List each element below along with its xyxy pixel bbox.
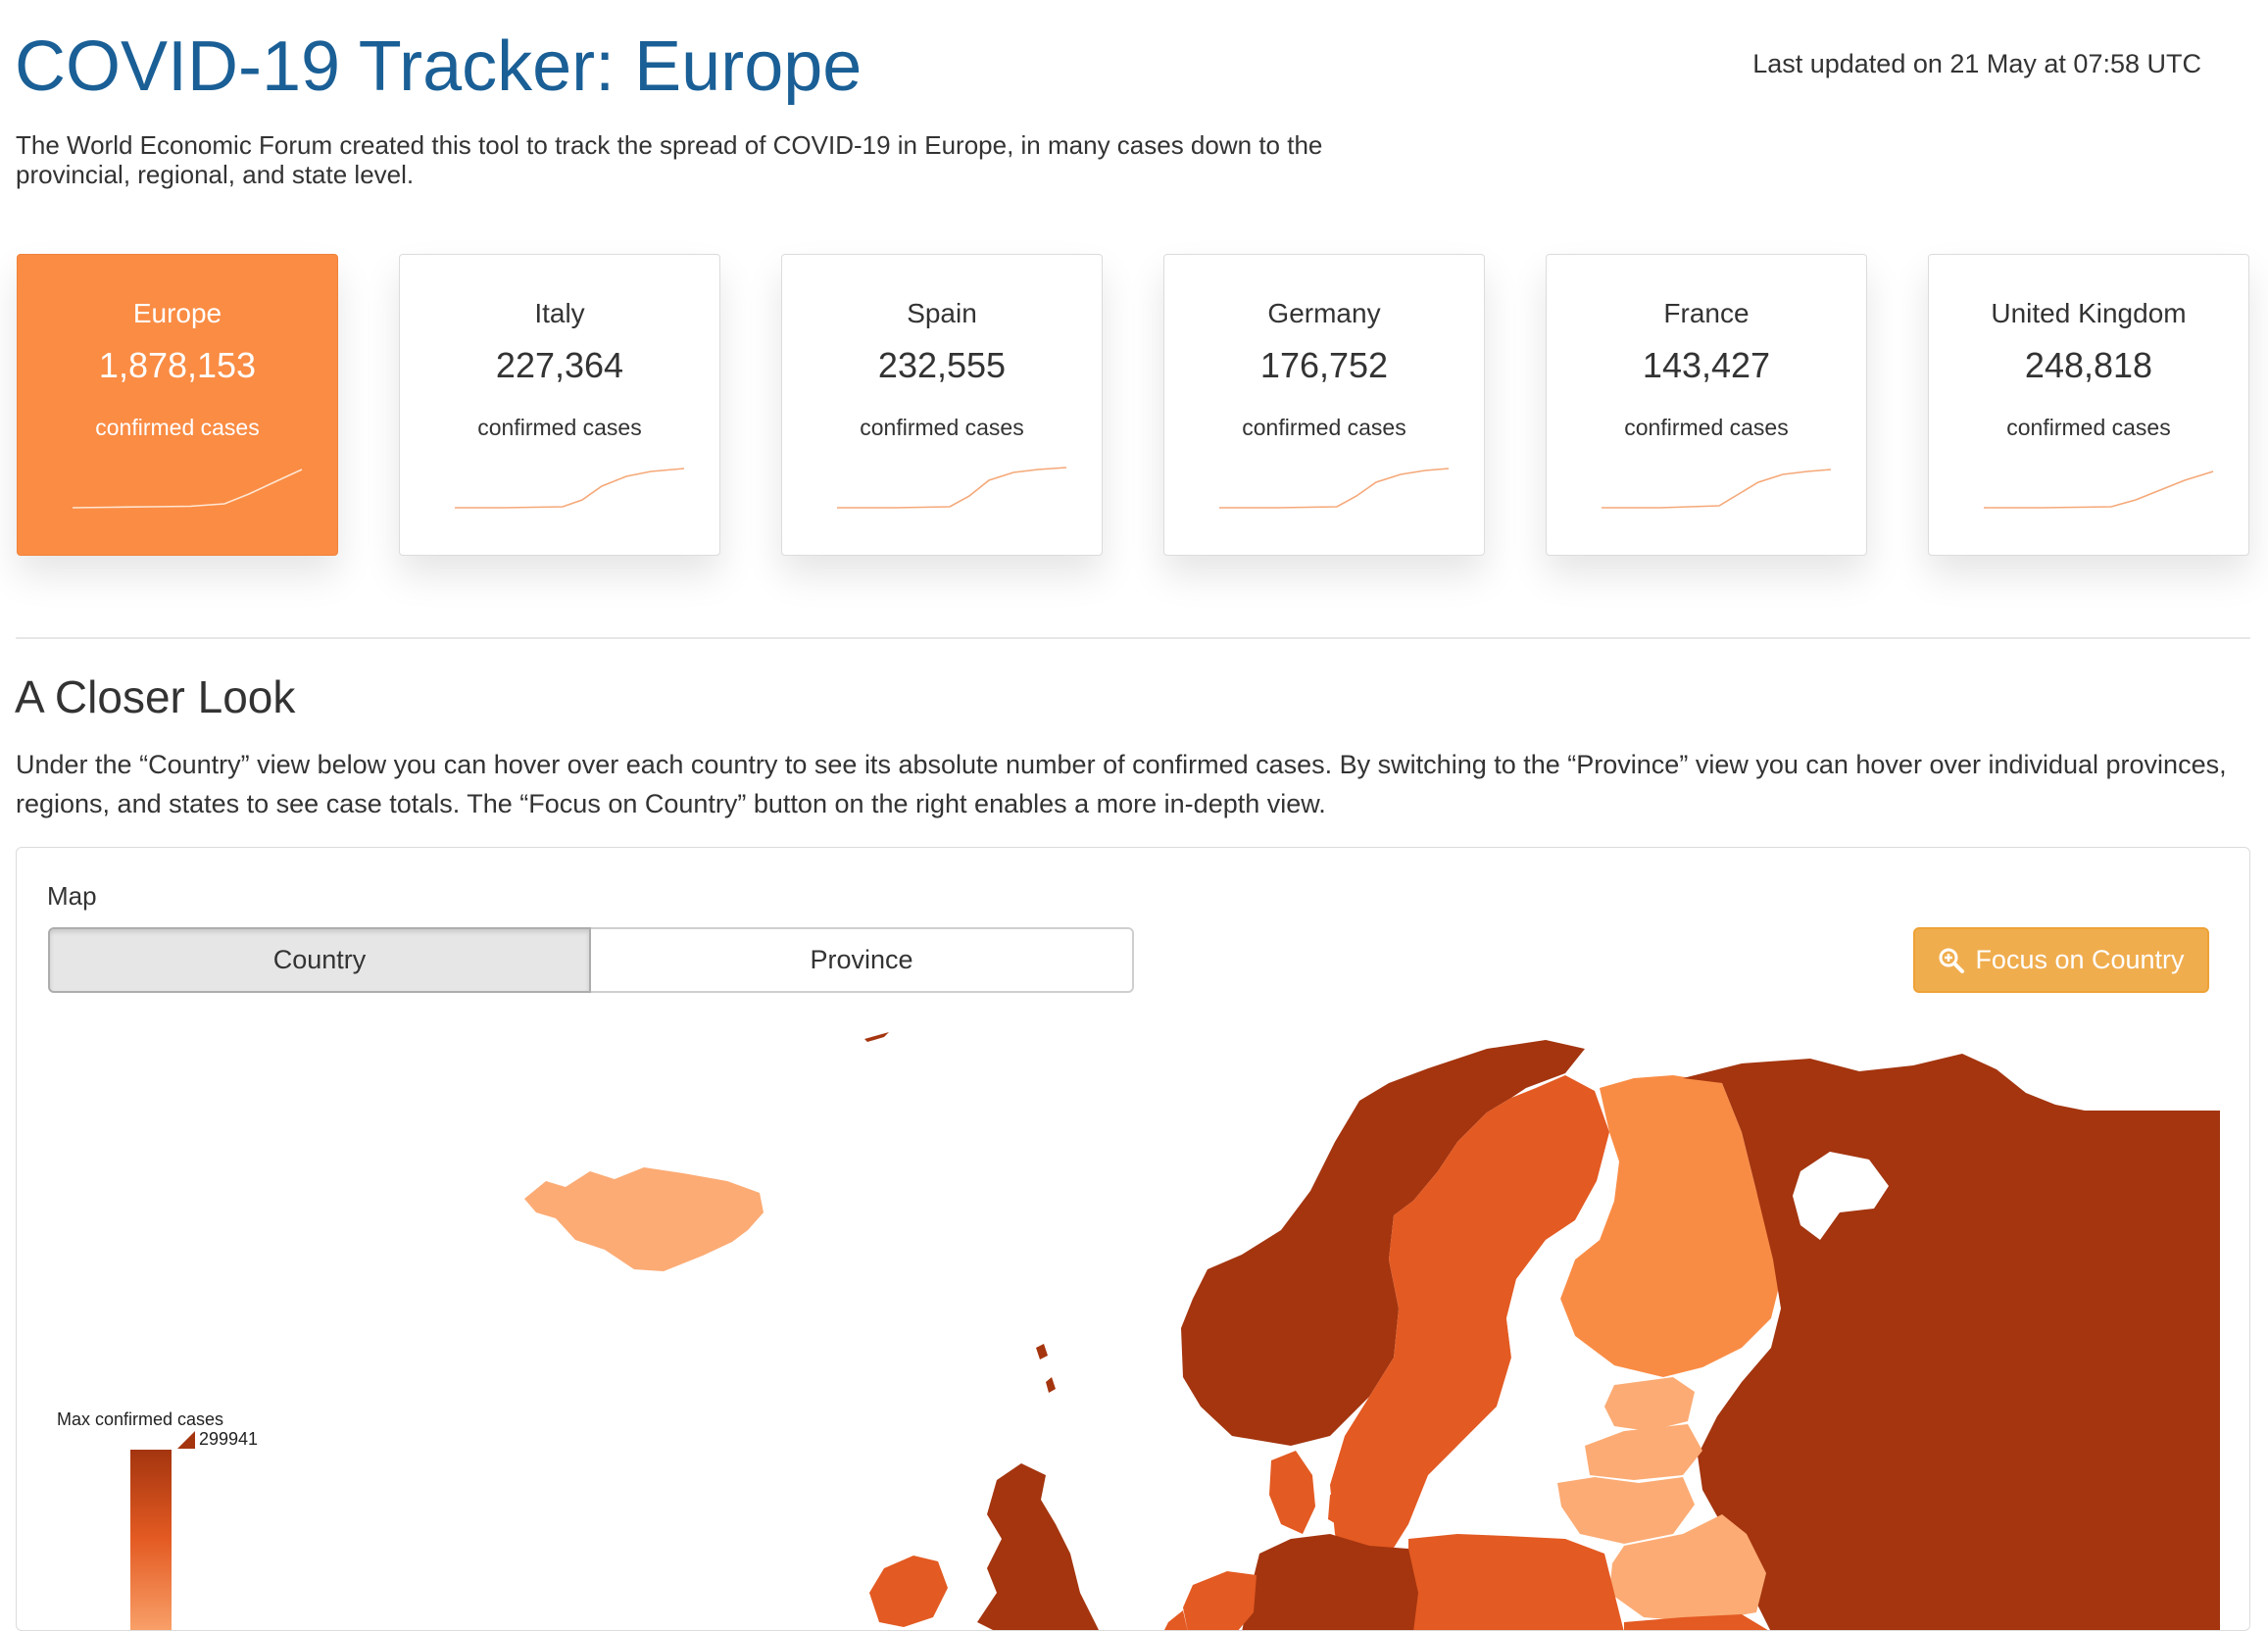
card-name: United Kingdom bbox=[1991, 298, 2187, 328]
card-name: France bbox=[1663, 298, 1750, 328]
page-title: COVID-19 Tracker: Europe bbox=[15, 27, 863, 106]
card-name: Germany bbox=[1267, 298, 1381, 328]
legend-color-scale bbox=[130, 1450, 172, 1630]
map-region-svalbard bbox=[864, 1032, 889, 1042]
card-name: Spain bbox=[907, 298, 977, 328]
section-title: A Closer Look bbox=[15, 671, 296, 722]
card-value: 248,818 bbox=[2024, 345, 2153, 385]
last-updated-text: Last updated on 21 May at 07:58 UTC bbox=[1752, 49, 2201, 78]
section-description: Under the “Country” view below you can h… bbox=[16, 750, 2227, 818]
card-value: 1,878,153 bbox=[98, 345, 257, 385]
card-unit: confirmed cases bbox=[1624, 415, 1789, 440]
card-unit: confirmed cases bbox=[860, 415, 1024, 440]
legend-max-marker bbox=[177, 1431, 195, 1449]
map-region-ireland bbox=[869, 1556, 948, 1627]
map-region-germany bbox=[1242, 1534, 1418, 1630]
map-region-lithuania bbox=[1557, 1477, 1695, 1544]
card-unit: confirmed cases bbox=[95, 415, 260, 440]
card-unit: confirmed cases bbox=[1242, 415, 1406, 440]
card-germany[interactable]: Germany 176,752 confirmed cases bbox=[1163, 254, 1485, 556]
legend-title: Max confirmed cases bbox=[57, 1409, 224, 1429]
focus-button-label: Focus on Country bbox=[1975, 945, 2185, 974]
card-value: 232,555 bbox=[877, 345, 1007, 385]
map-region-faroe bbox=[1036, 1344, 1048, 1359]
sparkline bbox=[837, 467, 1067, 509]
card-value: 227,364 bbox=[495, 345, 624, 385]
card-italy[interactable]: Italy 227,364 confirmed cases bbox=[399, 254, 720, 556]
country-view-toggle[interactable]: Country bbox=[48, 927, 591, 993]
legend-max-value: 299941 bbox=[199, 1429, 259, 1449]
map-region-united-kingdom bbox=[977, 1463, 1099, 1630]
sparkline bbox=[1984, 470, 2214, 509]
focus-on-country-button[interactable]: Focus on Country bbox=[1913, 927, 2209, 993]
card-unit: confirmed cases bbox=[2006, 415, 2171, 440]
section-divider bbox=[16, 637, 2250, 639]
map-region-latvia bbox=[1585, 1424, 1702, 1480]
province-view-toggle[interactable]: Province bbox=[591, 927, 1134, 993]
map-panel: Map Country Province Focus on Country Ma… bbox=[16, 847, 2250, 1631]
card-value: 143,427 bbox=[1642, 345, 1771, 385]
card-value: 176,752 bbox=[1259, 345, 1389, 385]
card-unit: confirmed cases bbox=[477, 415, 642, 440]
card-europe[interactable]: Europe 1,878,153 confirmed cases bbox=[17, 254, 338, 556]
map-region-estonia bbox=[1604, 1377, 1695, 1431]
map-region-poland bbox=[1408, 1534, 1624, 1630]
intro-text: The World Economic Forum created this to… bbox=[16, 130, 1323, 189]
map-label: Map bbox=[47, 881, 97, 911]
card-name: Italy bbox=[534, 298, 585, 328]
map-region-iceland bbox=[524, 1167, 764, 1271]
sparkline bbox=[72, 469, 303, 509]
card-name: Europe bbox=[132, 298, 222, 328]
card-spain[interactable]: Spain 232,555 confirmed cases bbox=[781, 254, 1103, 556]
card-france[interactable]: France 143,427 confirmed cases bbox=[1546, 254, 1867, 556]
sparkline bbox=[1219, 468, 1450, 509]
map-region-russia bbox=[1683, 1054, 2220, 1630]
sparkline bbox=[455, 468, 685, 509]
card-united-kingdom[interactable]: United Kingdom 248,818 confirmed cases bbox=[1928, 254, 2249, 556]
map-region-denmark bbox=[1269, 1451, 1315, 1534]
zoom-in-icon bbox=[1939, 948, 1965, 973]
sparkline bbox=[1602, 469, 1832, 509]
map-region-shetland bbox=[1046, 1377, 1056, 1393]
